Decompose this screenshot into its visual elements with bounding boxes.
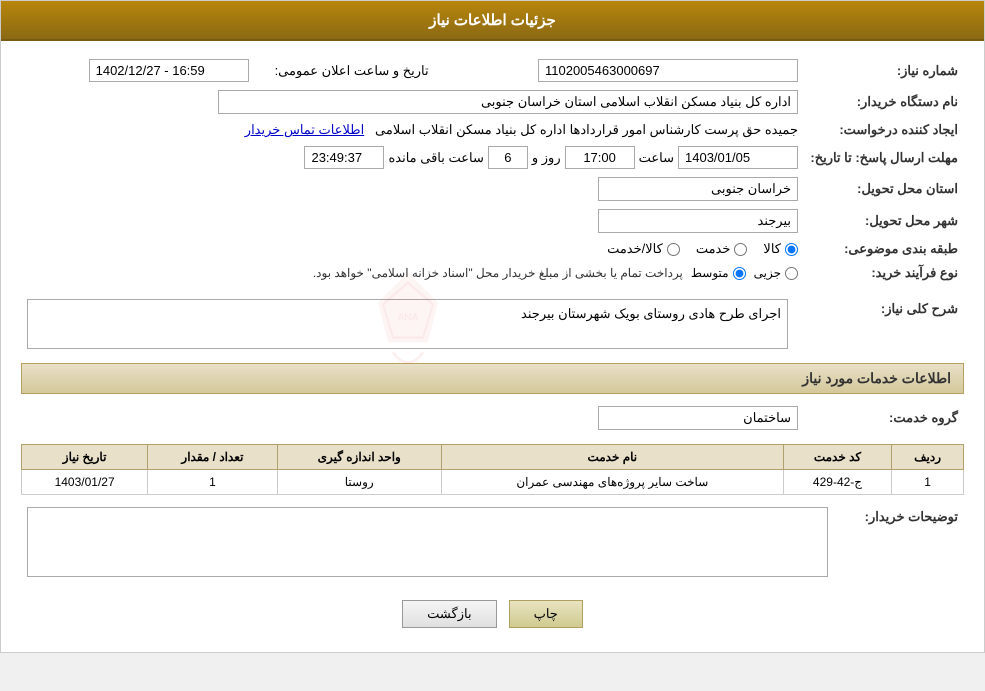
category-khadamat: خدمت xyxy=(696,241,748,257)
buyer-desc-row: توضیحات خریدار: xyxy=(21,503,964,584)
need-number-label: شماره نیاز: xyxy=(804,55,964,86)
delivery-city-row: شهر محل تحویل: بیرجند xyxy=(21,205,964,237)
col-code: کد خدمت xyxy=(783,445,891,470)
row-unit: روستا xyxy=(277,470,441,495)
reply-days-label: روز و xyxy=(532,150,561,166)
service-group-label: گروه خدمت: xyxy=(804,402,964,434)
category-khadamat-label: خدمت xyxy=(696,241,731,257)
col-name: نام خدمت xyxy=(441,445,783,470)
purchase-type-row: نوع فرآیند خرید: جزیی متوسط پرداخت تمام … xyxy=(21,261,964,285)
purchase-type-note: پرداخت تمام یا بخشی از مبلغ خریدار محل "… xyxy=(313,266,683,280)
services-section-title: اطلاعات خدمات مورد نیاز xyxy=(21,363,964,394)
service-group-value: ساختمان xyxy=(598,406,798,430)
delivery-province-label: استان محل تحویل: xyxy=(804,173,964,205)
purchase-motavaset-radio[interactable] xyxy=(733,267,746,280)
row-code: ج-42-429 xyxy=(783,470,891,495)
need-desc-table: شرح کلی نیاز: اجرای طرح هادی روستای بویک… xyxy=(21,295,964,353)
need-number-row: شماره نیاز: 1102005463000697 تاریخ و ساع… xyxy=(21,55,964,86)
creator-row: ایجاد کننده درخواست: جمیده حق پرست کارشن… xyxy=(21,118,964,142)
creator-value: جمیده حق پرست کارشناس امور قراردادها ادا… xyxy=(375,122,798,137)
creator-link[interactable]: اطلاعات تماس خریدار xyxy=(245,122,364,137)
purchase-motavaset-label: متوسط xyxy=(691,266,729,280)
delivery-city-value: بیرجند xyxy=(598,209,798,233)
buyer-desc-label: توضیحات خریدار: xyxy=(834,503,964,584)
page-title: جزئیات اطلاعات نیاز xyxy=(429,12,556,29)
buyer-org-row: نام دستگاه خریدار: اداره کل بنیاد مسکن ا… xyxy=(21,86,964,118)
page-header: جزئیات اطلاعات نیاز xyxy=(1,1,984,41)
category-kala-khadamat-label: کالا/خدمت xyxy=(607,241,663,257)
reply-days: 6 xyxy=(488,146,528,169)
need-desc-label: شرح کلی نیاز: xyxy=(834,295,964,353)
purchase-jozi-radio[interactable] xyxy=(785,267,798,280)
delivery-province-row: استان محل تحویل: خراسان جنوبی xyxy=(21,173,964,205)
need-number-value: 1102005463000697 xyxy=(538,59,798,82)
purchase-jozi: جزیی xyxy=(754,266,798,280)
col-row: ردیف xyxy=(892,445,964,470)
purchase-motavaset: متوسط xyxy=(691,266,746,280)
reply-deadline-row: مهلت ارسال پاسخ: تا تاریخ: 1403/01/05 سا… xyxy=(21,142,964,173)
services-table: ردیف کد خدمت نام خدمت واحد اندازه گیری ت… xyxy=(21,444,964,495)
need-desc-text: اجرای طرح هادی روستای بویک شهرستان بیرجن… xyxy=(521,306,781,321)
print-button[interactable]: چاپ xyxy=(509,600,583,628)
announce-label: تاریخ و ساعت اعلان عمومی: xyxy=(255,55,435,86)
purchase-jozi-label: جزیی xyxy=(754,266,781,280)
delivery-city-label: شهر محل تحویل: xyxy=(804,205,964,237)
need-desc-row: شرح کلی نیاز: اجرای طرح هادی روستای بویک… xyxy=(21,295,964,353)
purchase-type-label: نوع فرآیند خرید: xyxy=(804,261,964,285)
creator-label: ایجاد کننده درخواست: xyxy=(804,118,964,142)
category-row: طبقه بندی موضوعی: کالا خدمت xyxy=(21,237,964,261)
category-kala: کالا xyxy=(763,241,798,257)
announce-value: 1402/12/27 - 16:59 xyxy=(89,59,249,82)
delivery-province-value: خراسان جنوبی xyxy=(598,177,798,201)
category-label: طبقه بندی موضوعی: xyxy=(804,237,964,261)
reply-time: 17:00 xyxy=(565,146,635,169)
page-wrapper: جزئیات اطلاعات نیاز شماره نیاز: 11020054… xyxy=(0,0,985,653)
col-unit: واحد اندازه گیری xyxy=(277,445,441,470)
buyer-org-value: اداره کل بنیاد مسکن انقلاب اسلامی استان … xyxy=(218,90,798,114)
service-group-row: گروه خدمت: ساختمان xyxy=(21,402,964,434)
content-area: شماره نیاز: 1102005463000697 تاریخ و ساع… xyxy=(1,41,984,652)
category-radio-group: کالا خدمت کالا/خدمت xyxy=(27,241,798,257)
reply-time-label: ساعت xyxy=(639,150,674,166)
button-row: چاپ بازگشت xyxy=(21,600,964,628)
category-kala-khadamat-radio[interactable] xyxy=(667,243,680,256)
table-row: 1 ج-42-429 ساخت سایر پروژه‌های مهندسی عم… xyxy=(22,470,964,495)
need-desc-value: اجرای طرح هادی روستای بویک شهرستان بیرجن… xyxy=(27,299,788,349)
reply-remaining: 23:49:37 xyxy=(304,146,384,169)
svg-text:ANA: ANA xyxy=(397,313,418,324)
row-num: 1 xyxy=(892,470,964,495)
col-qty: تعداد / مقدار xyxy=(148,445,277,470)
category-kala-khadamat: کالا/خدمت xyxy=(607,241,680,257)
reply-deadline-container: 1403/01/05 ساعت 17:00 روز و 6 ساعت باقی … xyxy=(27,146,798,169)
category-kala-label: کالا xyxy=(763,241,781,257)
reply-date: 1403/01/05 xyxy=(678,146,798,169)
row-service-name: ساخت سایر پروژه‌های مهندسی عمران xyxy=(441,470,783,495)
purchase-type-container: جزیی متوسط پرداخت تمام یا بخشی از مبلغ خ… xyxy=(27,266,798,280)
row-date: 1403/01/27 xyxy=(22,470,148,495)
buyer-desc-input[interactable] xyxy=(27,507,828,577)
col-date: تاریخ نیاز xyxy=(22,445,148,470)
service-table-header: ردیف کد خدمت نام خدمت واحد اندازه گیری ت… xyxy=(22,445,964,470)
buyer-desc-table: توضیحات خریدار: xyxy=(21,503,964,584)
service-group-table: گروه خدمت: ساختمان xyxy=(21,402,964,434)
info-table: شماره نیاز: 1102005463000697 تاریخ و ساع… xyxy=(21,55,964,285)
reply-deadline-label: مهلت ارسال پاسخ: تا تاریخ: xyxy=(804,142,964,173)
row-qty: 1 xyxy=(148,470,277,495)
reply-remaining-label: ساعت باقی مانده xyxy=(388,150,483,166)
buyer-org-label: نام دستگاه خریدار: xyxy=(804,86,964,118)
back-button[interactable]: بازگشت xyxy=(402,600,496,628)
category-khadamat-radio[interactable] xyxy=(734,243,747,256)
category-kala-radio[interactable] xyxy=(785,243,798,256)
